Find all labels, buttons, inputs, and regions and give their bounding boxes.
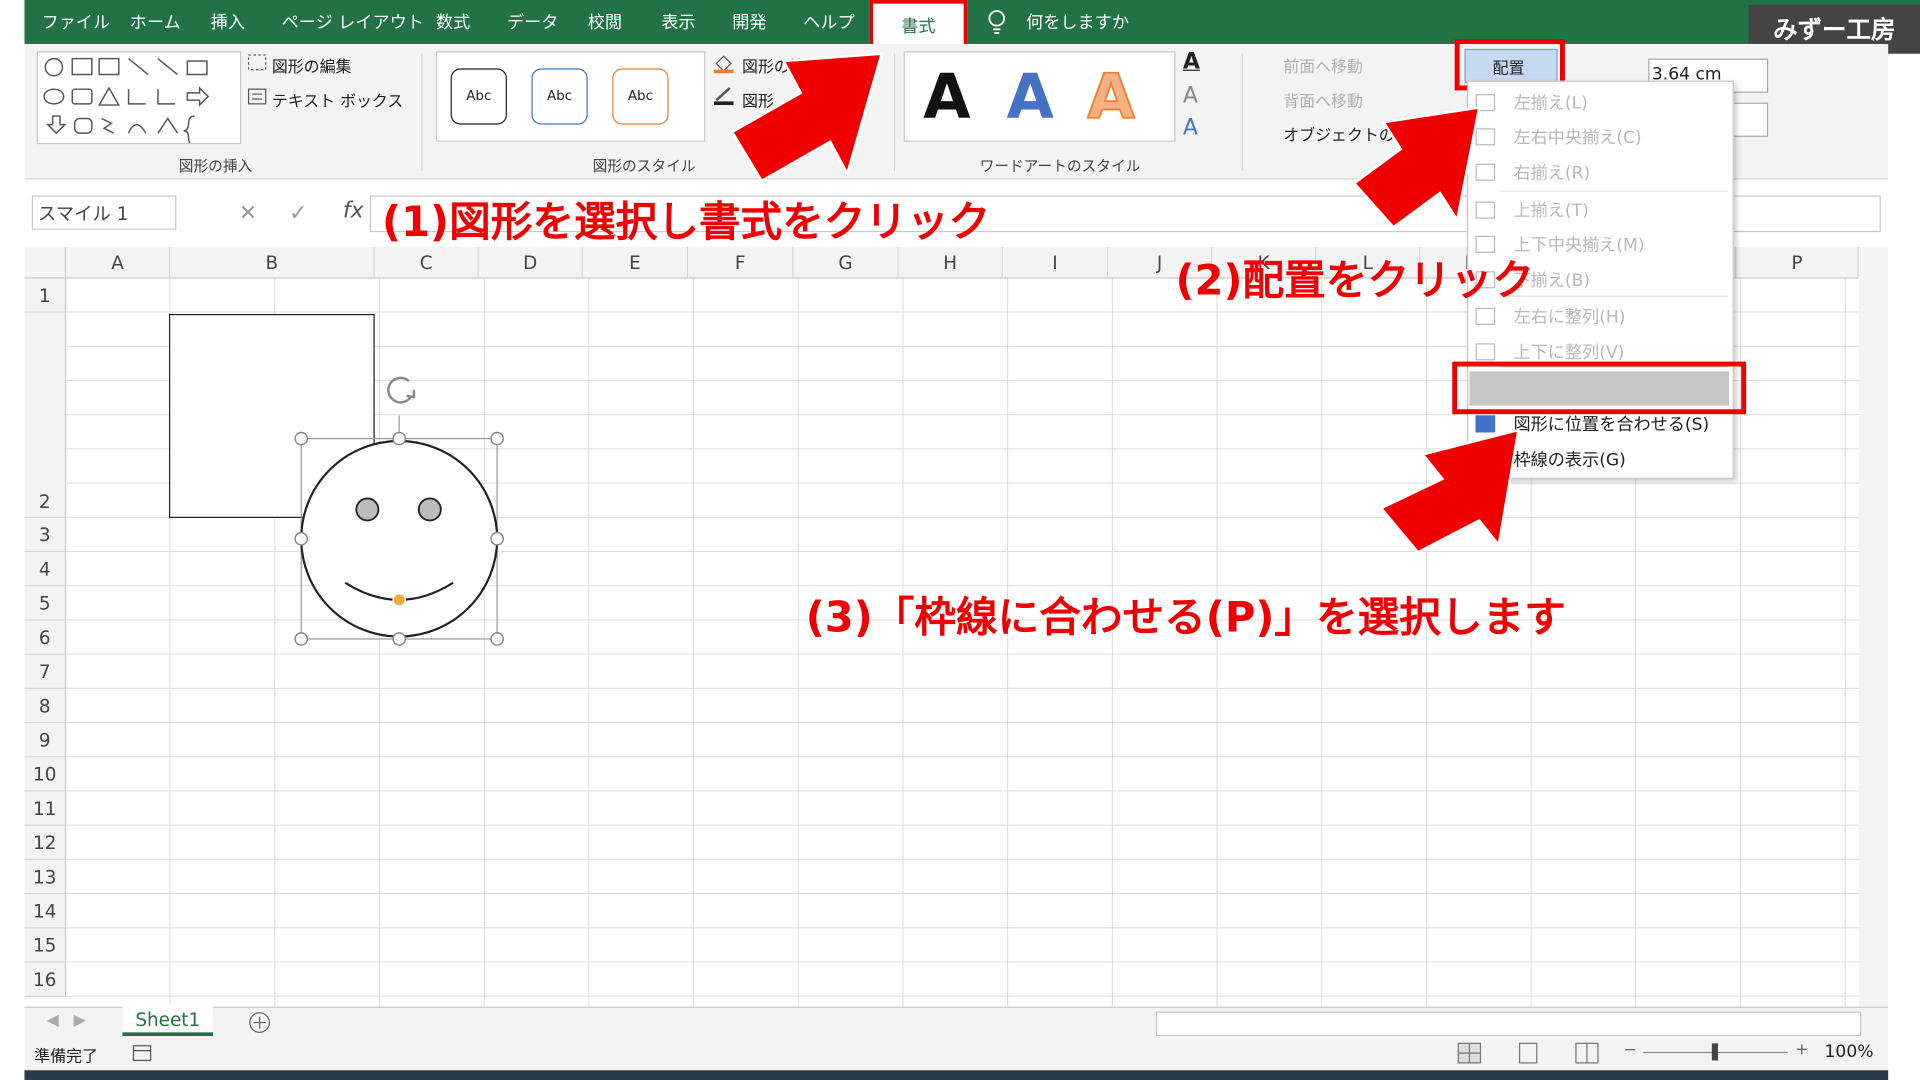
annotation-step2: (2)配置をクリック	[1175, 256, 1534, 306]
zoom-level[interactable]: 100%	[1825, 1042, 1874, 1062]
prev-sheet-icon[interactable]: ◀	[47, 1012, 59, 1030]
horizontal-scrollbar[interactable]	[1155, 1011, 1862, 1037]
normal-view-icon[interactable]	[1457, 1042, 1482, 1064]
status-bar	[24, 1038, 1889, 1071]
arrow-2-icon	[1352, 106, 1481, 229]
next-sheet-icon[interactable]: ▶	[73, 1012, 85, 1030]
macro-record-icon[interactable]	[132, 1043, 152, 1063]
arrow-3-icon	[1379, 428, 1520, 554]
zoom-slider-thumb[interactable]	[1711, 1043, 1718, 1061]
page-layout-view-icon[interactable]	[1516, 1042, 1540, 1064]
status-ready: 準備完了	[34, 1048, 98, 1067]
annotation-arrows	[730, 52, 1520, 554]
sheet-tab-sheet1[interactable]: Sheet1	[122, 1004, 214, 1037]
zoom-out-icon[interactable]: −	[1624, 1041, 1637, 1059]
zoom-in-icon[interactable]: +	[1795, 1041, 1808, 1059]
arrow-1-icon	[730, 52, 884, 183]
taskbar-edge	[24, 1070, 1889, 1080]
page-break-view-icon[interactable]	[1575, 1042, 1599, 1064]
annotation-step3: (3)「枠線に合わせる(P)」を選択します	[805, 593, 1566, 643]
annotation-step1: (1)図形を選択し書式をクリック	[382, 197, 991, 247]
add-sheet-icon[interactable]	[247, 1010, 271, 1034]
